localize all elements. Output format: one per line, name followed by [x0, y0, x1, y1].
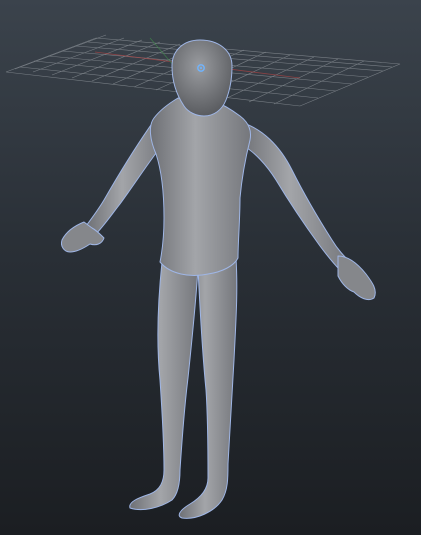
- left-leg[interactable]: [129, 261, 199, 511]
- 3d-viewport[interactable]: [0, 0, 421, 535]
- humanoid-mesh[interactable]: [61, 39, 376, 519]
- right-hand[interactable]: [337, 255, 376, 301]
- viewport-canvas[interactable]: [0, 0, 421, 535]
- torso[interactable]: [149, 97, 251, 276]
- right-arm[interactable]: [239, 121, 351, 271]
